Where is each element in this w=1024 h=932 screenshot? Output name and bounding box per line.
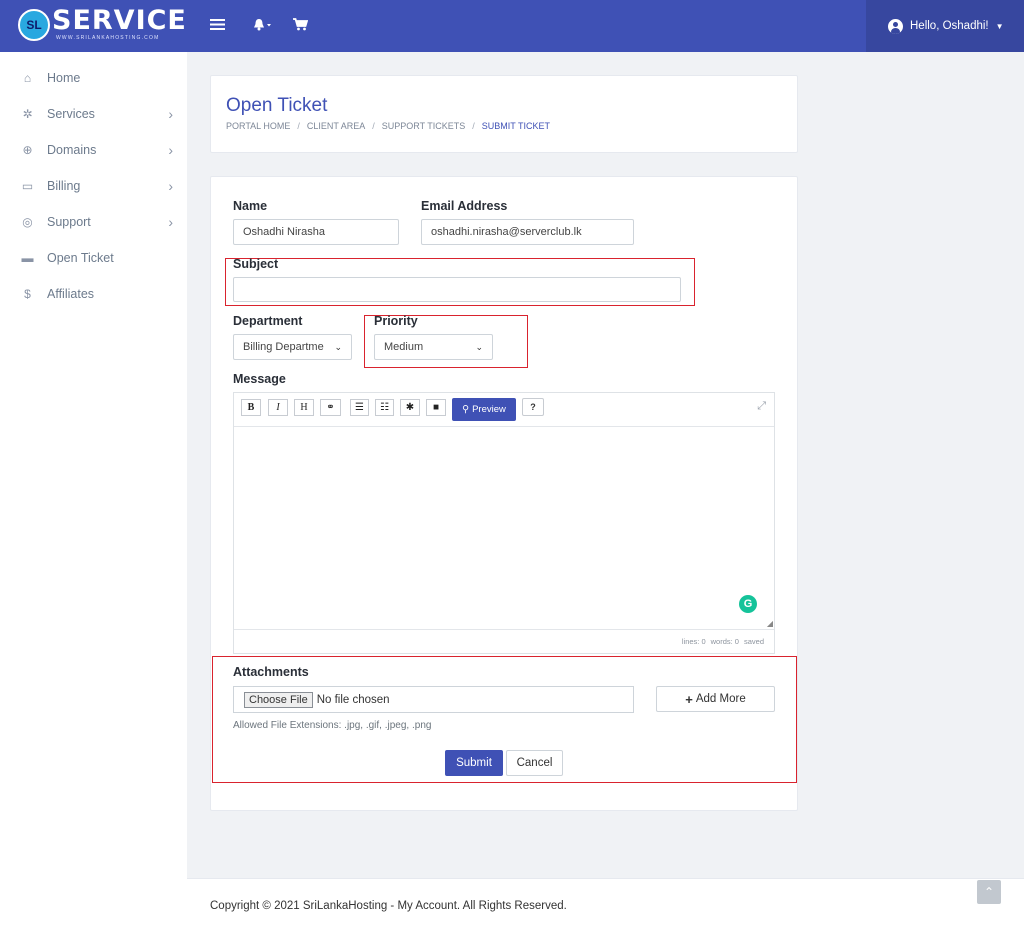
page-title: Open Ticket	[226, 95, 328, 116]
editor-words-count: words: 0	[710, 637, 739, 646]
preview-button-label: Preview	[472, 404, 506, 415]
logo-text: SERVICE WWW.SRILANKAHOSTING.COM	[52, 5, 187, 41]
sidebar-item-domains[interactable]: ⊕ Domains ›	[0, 132, 187, 168]
back-to-top-chevron-up-icon[interactable]: ⌃	[977, 880, 1001, 904]
grammarly-icon[interactable]: G	[739, 595, 757, 613]
message-label: Message	[233, 372, 286, 386]
breadcrumb: PORTAL HOME / CLIENT AREA / SUPPORT TICK…	[226, 121, 550, 131]
cart-icon[interactable]	[293, 16, 309, 36]
logo-wordmark: SERVICE	[52, 5, 187, 36]
sidebar-item-services[interactable]: ✲ Services ›	[0, 96, 187, 132]
email-label: Email Address	[421, 199, 508, 213]
chevron-down-icon: ⌄	[475, 341, 483, 352]
hamburger-menu-icon[interactable]	[210, 16, 225, 36]
submit-button[interactable]: Submit	[445, 750, 503, 776]
chevron-right-icon: ›	[168, 142, 173, 158]
sidebar-item-label: Billing	[47, 179, 81, 193]
user-menu[interactable]: Hello, Oshadhi! ▼	[866, 0, 1024, 52]
chevron-right-icon: ›	[168, 178, 173, 194]
priority-selected-value: Medium	[384, 341, 424, 353]
copyright-text: Copyright © 2021 SriLankaHosting - My Ac…	[210, 900, 567, 912]
sidebar-item-label: Affiliates	[47, 287, 95, 301]
link-icon[interactable]: ⚭	[320, 399, 341, 416]
sidebar: ⌂ Home ✲ Services › ⊕ Domains › ▭ Billin…	[0, 52, 187, 932]
help-question-icon[interactable]: ?	[522, 398, 544, 416]
breadcrumb-portal-home[interactable]: PORTAL HOME	[226, 121, 290, 131]
page-header-card: Open Ticket PORTAL HOME / CLIENT AREA / …	[210, 75, 798, 153]
logo-tagline: WWW.SRILANKAHOSTING.COM	[56, 35, 160, 41]
preview-button[interactable]: ⚲ Preview	[452, 398, 516, 421]
sidebar-item-label: Home	[47, 71, 81, 85]
department-selected-value: Billing Departme	[243, 341, 324, 353]
globe-icon: ⊕	[22, 143, 33, 157]
breadcrumb-submit-ticket: SUBMIT TICKET	[481, 121, 550, 131]
credit-card-icon: ▭	[21, 179, 34, 193]
sidebar-item-open-ticket[interactable]: ▬ Open Ticket	[0, 240, 187, 276]
breadcrumb-support-tickets[interactable]: SUPPORT TICKETS	[382, 121, 466, 131]
heading-button[interactable]: H	[294, 399, 314, 416]
cancel-button[interactable]: Cancel	[506, 750, 563, 776]
sidebar-item-label: Support	[47, 215, 91, 229]
search-icon: ⚲	[462, 404, 470, 415]
sidebar-item-label: Open Ticket	[47, 251, 114, 265]
user-circle-icon	[888, 18, 903, 34]
ordered-list-icon[interactable]: ☷	[375, 399, 394, 416]
chevron-right-icon: ›	[168, 106, 173, 122]
footer: Copyright © 2021 SriLankaHosting - My Ac…	[187, 878, 1024, 932]
message-editor: B I H ⚭ ☰ ☷ ✱ ■ ⚲ Preview ? ⤢ G ◢ lines:…	[233, 392, 775, 654]
priority-label: Priority	[374, 314, 418, 328]
email-field[interactable]: oshadhi.nirasha@serverclub.lk	[421, 219, 634, 245]
file-status-text: No file chosen	[316, 693, 390, 706]
life-ring-icon: ◎	[22, 215, 33, 229]
editor-lines-count: lines: 0	[681, 637, 706, 646]
ticket-icon: ▬	[21, 251, 34, 265]
sidebar-item-label: Services	[47, 107, 95, 121]
attachments-label: Attachments	[233, 665, 309, 679]
add-more-label: Add More	[695, 693, 746, 705]
italic-button[interactable]: I	[268, 399, 288, 416]
user-greeting: Hello, Oshadhi!	[910, 20, 989, 32]
notifications-bell-icon[interactable]	[253, 16, 273, 36]
editor-saved-status: saved	[743, 637, 764, 646]
priority-select[interactable]: Medium ⌄	[374, 334, 493, 360]
unordered-list-icon[interactable]: ☰	[350, 399, 369, 416]
comment-icon[interactable]: ■	[426, 399, 446, 416]
sidebar-item-billing[interactable]: ▭ Billing ›	[0, 168, 187, 204]
chevron-right-icon: ›	[168, 214, 173, 230]
message-textarea[interactable]: G	[234, 427, 774, 629]
top-navbar: SL SERVICE WWW.SRILANKAHOSTING.COM Hello…	[0, 0, 1024, 52]
fullscreen-expand-icon[interactable]: ⤢	[757, 400, 766, 413]
cog-icon: ✲	[22, 107, 33, 121]
breadcrumb-client-area[interactable]: CLIENT AREA	[307, 121, 365, 131]
choose-file-button[interactable]: Choose File	[244, 691, 313, 708]
department-label: Department	[233, 314, 303, 328]
breadcrumb-separator: /	[297, 121, 300, 131]
home-icon: ⌂	[23, 71, 32, 85]
breadcrumb-separator: /	[372, 121, 375, 131]
editor-toolbar: B I H ⚭ ☰ ☷ ✱ ■ ⚲ Preview ? ⤢	[234, 393, 774, 427]
bold-button[interactable]: B	[241, 399, 261, 416]
name-field[interactable]: Oshadhi Nirasha	[233, 219, 399, 245]
logo-badge: SL	[18, 9, 50, 41]
plus-icon: +	[685, 691, 693, 707]
chevron-down-icon: ⌄	[334, 341, 342, 352]
breadcrumb-separator: /	[472, 121, 475, 131]
sidebar-item-support[interactable]: ◎ Support ›	[0, 204, 187, 240]
editor-statusbar: lines: 0 words: 0 saved	[234, 629, 774, 653]
file-input: Choose File No file chosen	[233, 686, 634, 713]
asterisk-icon[interactable]: ✱	[400, 399, 420, 416]
sidebar-item-label: Domains	[47, 143, 97, 157]
add-more-button[interactable]: + Add More	[656, 686, 775, 712]
subject-input[interactable]	[233, 277, 681, 302]
department-select[interactable]: Billing Departme ⌄	[233, 334, 352, 360]
sidebar-item-affiliates[interactable]: $ Affiliates	[0, 276, 187, 312]
caret-down-icon: ▼	[995, 21, 1004, 31]
name-label: Name	[233, 199, 268, 213]
brand-logo[interactable]: SL SERVICE WWW.SRILANKAHOSTING.COM	[18, 5, 187, 41]
sidebar-item-home[interactable]: ⌂ Home	[0, 60, 187, 96]
subject-label: Subject	[233, 257, 279, 271]
resize-handle-icon[interactable]: ◢	[767, 619, 773, 628]
dollar-icon: $	[24, 287, 31, 301]
allowed-extensions-text: Allowed File Extensions: .jpg, .gif, .jp…	[233, 720, 432, 731]
